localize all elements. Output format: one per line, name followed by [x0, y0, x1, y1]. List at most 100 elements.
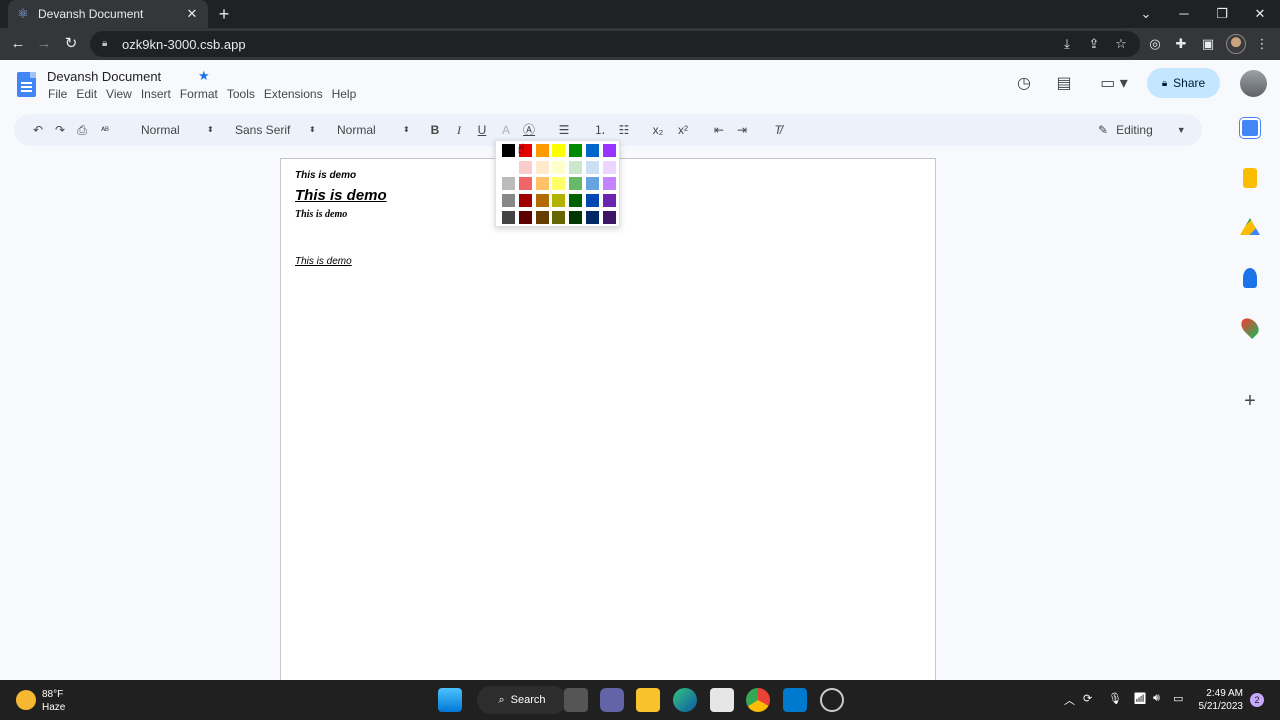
store-icon[interactable] [710, 688, 734, 712]
menu-format[interactable]: Format [180, 87, 218, 101]
color-swatch[interactable] [602, 161, 616, 174]
install-icon[interactable]: ⤓ [1057, 34, 1077, 54]
wifi-icon[interactable]: 📶︎ [1133, 692, 1147, 705]
color-swatch[interactable] [518, 194, 532, 207]
chrome-icon[interactable] [746, 688, 770, 712]
more-menu-icon[interactable]: ⋮ [1252, 34, 1272, 54]
color-swatch[interactable] [502, 211, 515, 224]
subscript-button[interactable]: x₂ [650, 120, 666, 140]
color-swatch[interactable] [535, 144, 549, 157]
new-tab-button[interactable]: + [214, 4, 234, 24]
taskbar-clock[interactable]: 2:49 AM 5/21/2023 [1193, 687, 1244, 713]
browser-profile-avatar[interactable] [1226, 34, 1246, 54]
highlight-color-icon[interactable]: Ⓐ [521, 120, 537, 140]
obs-icon[interactable] [820, 688, 844, 712]
color-swatch[interactable] [502, 194, 515, 207]
color-swatch[interactable] [586, 144, 599, 157]
browser-tab[interactable]: ⚛ Devansh Document ✕ [8, 0, 208, 28]
comments-icon[interactable]: ▤ [1053, 73, 1075, 95]
color-swatch[interactable] [552, 194, 566, 207]
bookmark-icon[interactable]: ☆ [1111, 34, 1131, 54]
windows-start-icon[interactable] [438, 688, 462, 712]
color-swatch[interactable] [552, 144, 566, 157]
color-swatch[interactable] [569, 161, 583, 174]
menu-view[interactable]: View [106, 87, 132, 101]
color-swatch[interactable] [518, 177, 532, 190]
restore-button[interactable]: ❐ [1211, 4, 1233, 24]
share-page-icon[interactable]: ⇪ [1084, 34, 1104, 54]
task-view-icon[interactable] [564, 688, 588, 712]
notification-badge[interactable]: 2 [1250, 693, 1264, 707]
side-panel-icon[interactable]: ▣ [1198, 34, 1218, 54]
minimize-button[interactable]: ─ [1173, 4, 1195, 24]
color-swatch[interactable] [518, 211, 532, 224]
url-field[interactable]: 🔒︎ ozk9kn-3000.csb.app [90, 31, 1140, 57]
volume-icon[interactable]: 🔊︎ [1153, 692, 1160, 705]
color-swatch[interactable] [535, 177, 549, 190]
color-swatch[interactable] [569, 194, 583, 207]
color-swatch[interactable] [502, 177, 515, 190]
menu-tools[interactable]: Tools [227, 87, 255, 101]
tray-overflow-icon[interactable]: ︿ [1064, 692, 1075, 708]
reload-icon[interactable]: ↻ [61, 34, 81, 54]
spellcheck-icon[interactable]: ᴬᴮ [97, 120, 113, 140]
extensions-icon[interactable]: ✚ [1171, 34, 1191, 54]
align-icon[interactable]: ☰ [556, 120, 572, 140]
menu-help[interactable]: Help [332, 87, 357, 101]
color-swatch[interactable] [502, 161, 515, 174]
print-icon[interactable]: ⎙ [74, 120, 90, 140]
color-swatch[interactable] [535, 211, 549, 224]
star-icon[interactable]: ★ [198, 68, 210, 84]
menu-file[interactable]: File [48, 87, 67, 101]
menu-insert[interactable]: Insert [141, 87, 171, 101]
style-select[interactable]: Normal ⬍ [141, 120, 214, 140]
increase-indent-icon[interactable]: ⇥ [734, 120, 750, 140]
add-addon-icon[interactable]: + [1240, 391, 1260, 411]
color-swatch[interactable] [586, 161, 599, 174]
contacts-icon[interactable] [1243, 268, 1257, 288]
close-window-button[interactable]: ✕ [1249, 4, 1271, 24]
back-icon[interactable]: ← [8, 34, 28, 54]
color-swatch[interactable] [552, 211, 566, 224]
tab-search-icon[interactable]: ⌄ [1135, 4, 1157, 24]
tray-app-icon[interactable]: ⟳ [1083, 692, 1092, 705]
superscript-button[interactable]: x² [675, 120, 691, 140]
menu-edit[interactable]: Edit [76, 87, 97, 101]
numbered-list-icon[interactable]: ⒈ [592, 120, 608, 140]
color-swatch[interactable] [518, 161, 532, 174]
color-swatch[interactable] [586, 194, 599, 207]
document-title[interactable]: Devansh Document [47, 69, 161, 84]
edge-icon[interactable] [673, 688, 697, 712]
color-swatch[interactable] [569, 177, 583, 190]
color-swatch[interactable] [602, 211, 616, 224]
underline-button[interactable]: U [475, 120, 489, 140]
clear-formatting-button[interactable]: T̸ [770, 120, 786, 140]
teams-chat-icon[interactable] [600, 688, 624, 712]
bold-button[interactable]: B [428, 120, 442, 140]
document-page[interactable]: This is demo This is demo This is demo T… [280, 158, 936, 688]
undo-icon[interactable]: ↶ [30, 120, 46, 140]
color-swatch[interactable] [586, 211, 599, 224]
size-select[interactable]: Normal ⬍ [337, 120, 410, 140]
menu-extensions[interactable]: Extensions [264, 87, 323, 101]
italic-button[interactable]: I [452, 120, 466, 140]
text-color-icon[interactable]: A [498, 120, 514, 140]
color-swatch[interactable] [586, 177, 599, 190]
taskbar-search[interactable]: ⌕ Search [477, 686, 567, 714]
color-swatch[interactable] [502, 144, 515, 157]
color-swatch[interactable] [569, 211, 583, 224]
redo-icon[interactable]: ↷ [52, 120, 68, 140]
font-select[interactable]: Sans Serif ⬍ [235, 120, 316, 140]
color-swatch[interactable] [535, 161, 549, 174]
color-swatch[interactable] [535, 194, 549, 207]
color-swatch[interactable] [602, 177, 616, 190]
file-explorer-icon[interactable] [636, 688, 660, 712]
history-icon[interactable]: ◷ [1013, 73, 1035, 95]
battery-icon[interactable]: ▭ [1173, 692, 1183, 705]
share-button[interactable]: 🔒︎ Share [1147, 68, 1220, 98]
decrease-indent-icon[interactable]: ⇤ [711, 120, 727, 140]
editing-mode-select[interactable]: ✎ Editing ▼ [1098, 120, 1186, 140]
color-swatch[interactable] [552, 161, 566, 174]
bulleted-list-icon[interactable]: ☷ [616, 120, 632, 140]
meet-icon[interactable]: ▭ ▾ [1094, 73, 1134, 95]
